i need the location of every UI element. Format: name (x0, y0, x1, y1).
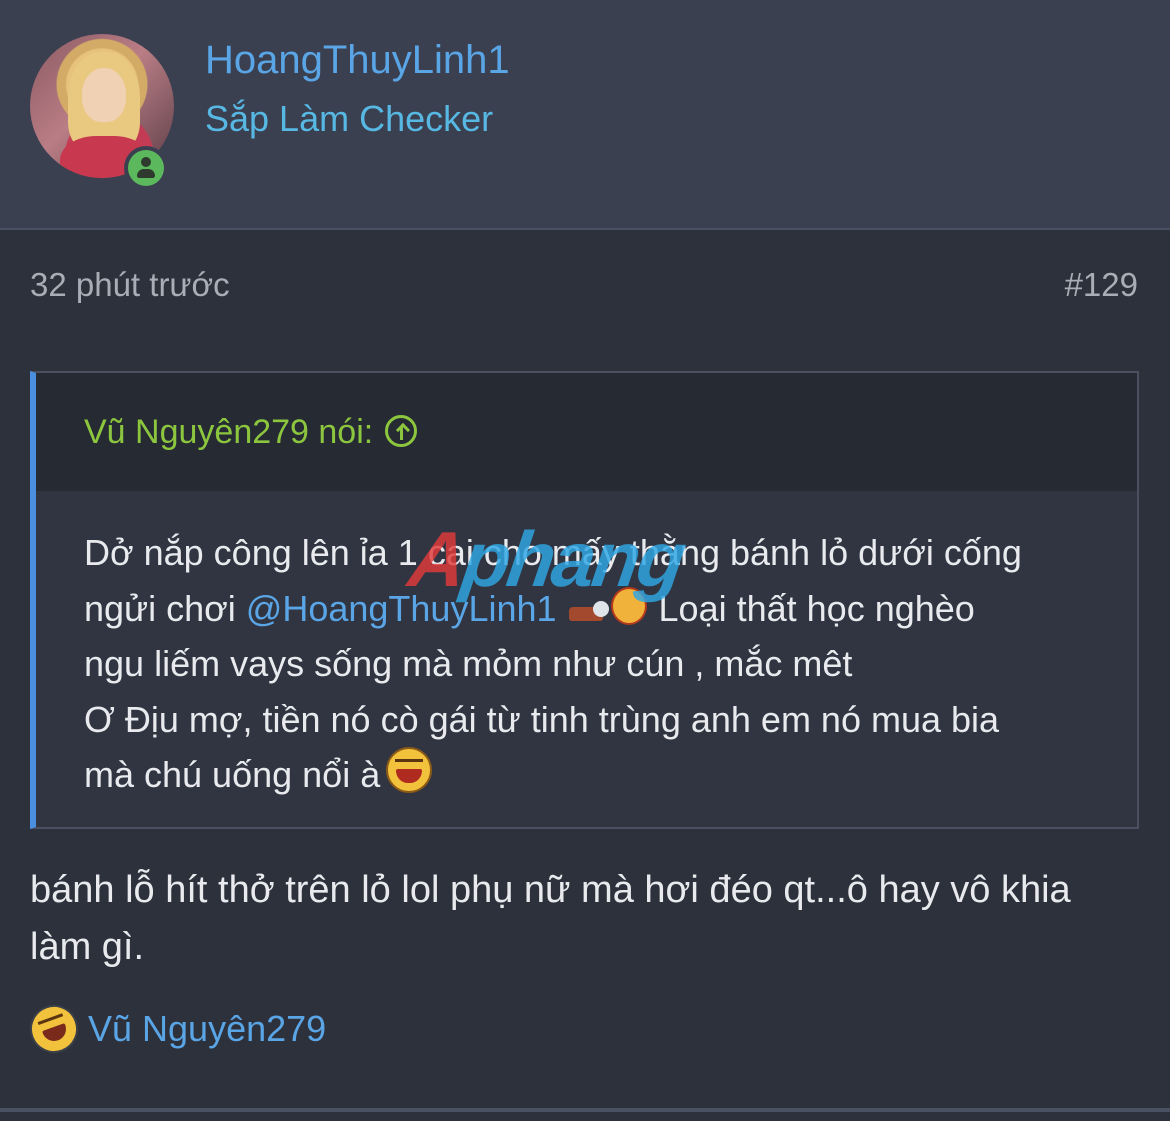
quote-author-label[interactable]: Vũ Nguyên279 nói: (84, 413, 373, 451)
kick-smilie-icon (568, 586, 649, 627)
reaction-bar[interactable]: Vũ Nguyên279 (23, 998, 326, 1060)
quote-author-link[interactable]: Vũ Nguyên279 nói: (84, 413, 418, 452)
quote-header: Vũ Nguyên279 nói: (36, 373, 1137, 491)
quote-line: ngu liếm vays sống mà mỏm như cún , mắc … (84, 643, 853, 684)
quote-line: Ơ Địu mợ, tiền nó cò gái từ tinh trùng a… (84, 698, 1000, 740)
online-status-icon (124, 146, 168, 190)
post-message: bánh lỗ hít thở trên lỏ lol phụ nữ mà hơ… (30, 869, 1071, 968)
arrow-up-circle-icon[interactable] (385, 415, 418, 447)
quote-body: Dở nắp công lên ỉa 1 cai cho mấy thằng b… (84, 525, 1124, 803)
user-mention-link[interactable]: @HoangThuyLinh1 (246, 588, 557, 629)
quote-line: Dở nắp công lên ỉa 1 cai cho mấy thằng b… (84, 532, 1022, 573)
quote-line: ngửi chơi @HoangThuyLinh1 Loại thất học n… (84, 586, 975, 629)
quote-line: mà chú uống nổi à (84, 747, 1124, 803)
post-time[interactable]: 32 phút trước (30, 266, 230, 304)
divider (0, 1108, 1170, 1112)
laughing-face-icon[interactable] (23, 998, 85, 1060)
post-header: HoangThuyLinh1 Sắp Làm Checker (0, 0, 1170, 230)
reaction-user-link[interactable]: Vũ Nguyên279 (88, 1008, 326, 1050)
quote-block: Vũ Nguyên279 nói: Dở nắp công lên ỉa 1 c… (30, 371, 1139, 829)
user-title: Sắp Làm Checker (205, 98, 494, 139)
user-icon (128, 150, 164, 186)
post-number-link[interactable]: #129 (1065, 266, 1138, 304)
username-link[interactable]: HoangThuyLinh1 (205, 38, 510, 83)
laughing-smilie-icon (386, 747, 433, 793)
avatar-face (82, 68, 126, 122)
